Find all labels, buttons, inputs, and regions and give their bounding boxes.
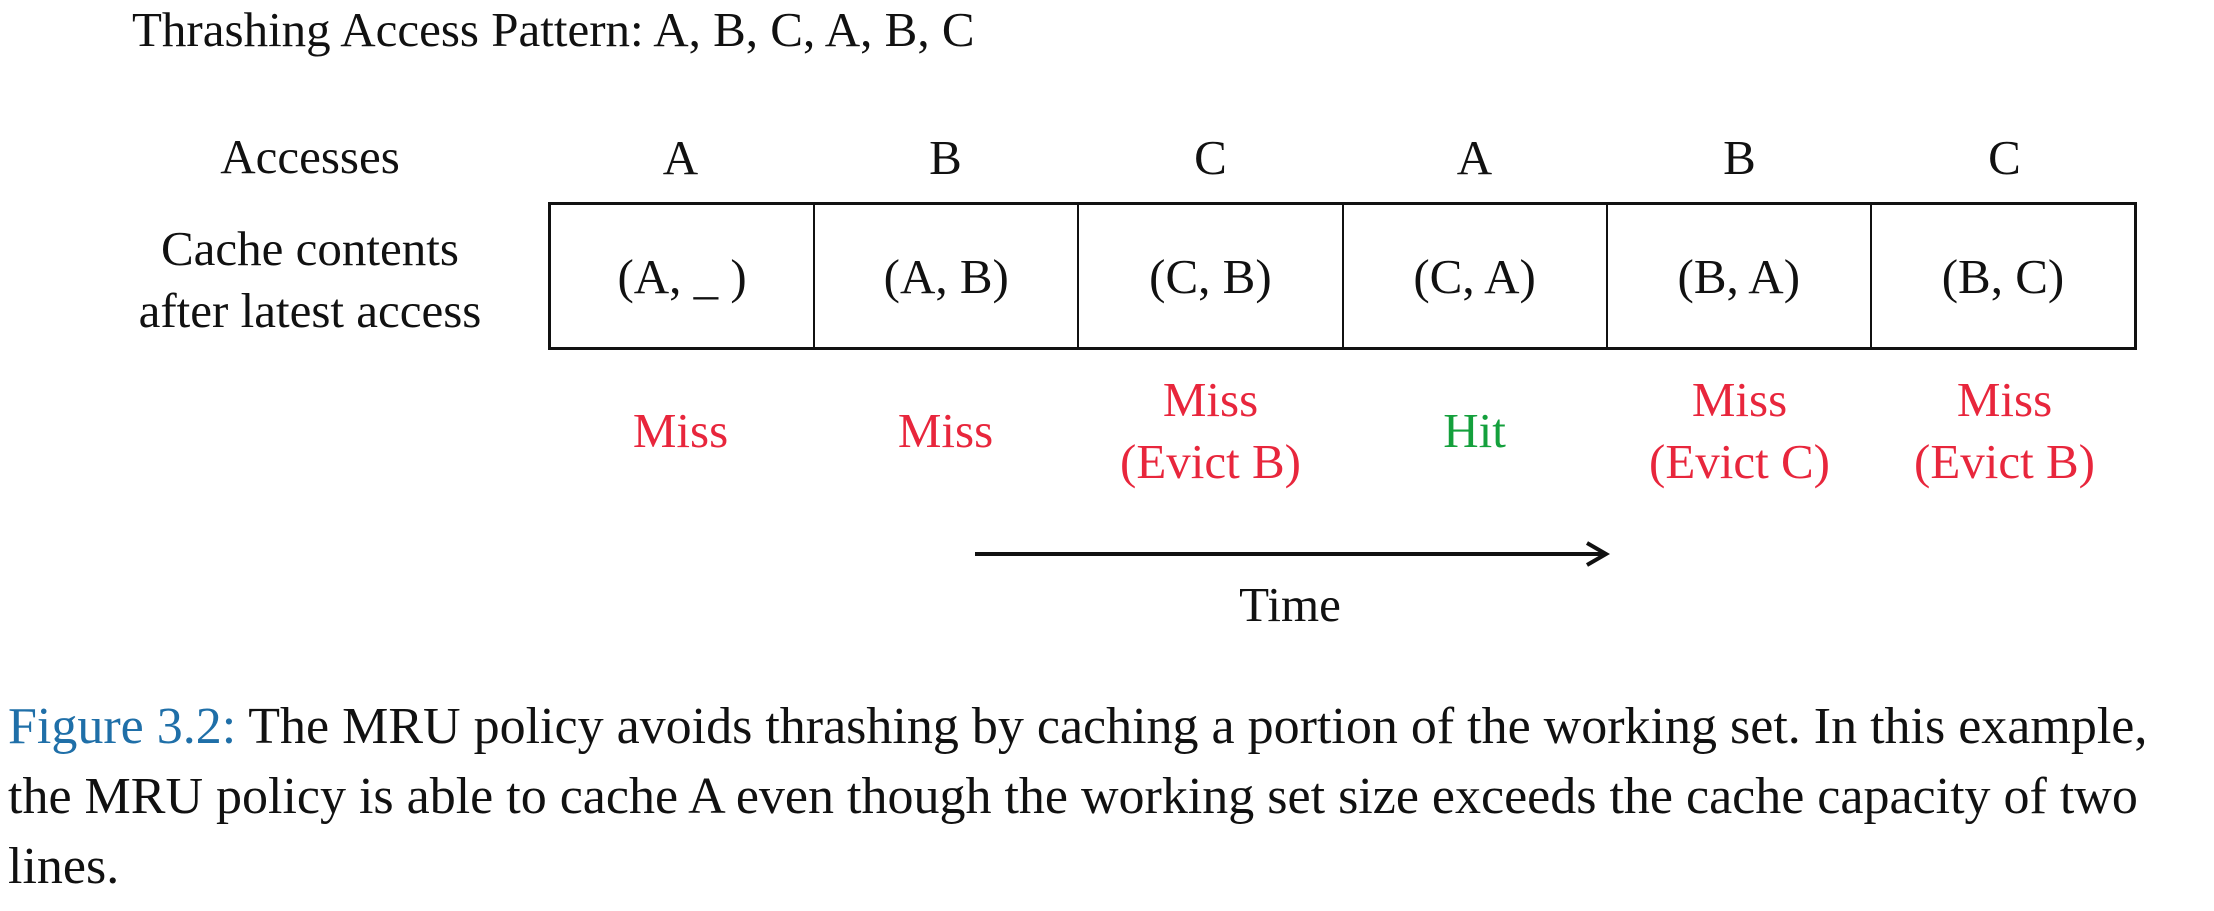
access-step-4: A	[1456, 130, 1493, 185]
access-step-2: B	[929, 130, 962, 185]
result-step-6-line1: Miss	[1956, 372, 2053, 427]
result-step-3: Miss (Evict B)	[1078, 369, 1343, 493]
result-step-1-line1: Miss	[632, 403, 729, 458]
caption-text: The MRU policy avoids thrashing by cachi…	[8, 698, 2148, 895]
access-step-1: A	[662, 130, 699, 185]
result-step-3-line1: Miss	[1162, 372, 1259, 427]
cache-cell-3: (C, B)	[1079, 205, 1344, 347]
cache-cell-6: (B, C)	[1941, 248, 2065, 304]
access-step-6: C	[1988, 130, 2021, 185]
cache-cell-2: (A, B)	[815, 205, 1080, 347]
result-step-1: Miss	[548, 400, 813, 462]
result-step-5: Miss (Evict C)	[1607, 369, 1872, 493]
diagram-title: Thrashing Access Pattern: A, B, C, A, B,…	[132, 2, 975, 57]
cache-cell-1: (A, _ )	[551, 205, 816, 347]
cache-cell-4: (C, A)	[1344, 205, 1608, 347]
cache-contents-label-line1: Cache contents	[161, 221, 459, 276]
time-arrow	[975, 541, 1610, 567]
cache-contents-row: (A, _ ) (A, B) (C, B) (C, A) (B, A) (B, …	[548, 202, 2137, 350]
result-step-3-line2: (Evict B)	[1120, 434, 1301, 489]
result-step-6-line2: (Evict B)	[1914, 434, 2095, 489]
accesses-row-label: Accesses	[220, 129, 400, 184]
figure-caption: Figure 3.2: The MRU policy avoids thrash…	[8, 692, 2214, 902]
access-step-5: B	[1723, 130, 1756, 185]
access-step-3: C	[1194, 130, 1227, 185]
result-step-2: Miss	[813, 400, 1078, 462]
result-step-6: Miss (Evict B)	[1872, 369, 2137, 493]
result-step-5-line2: (Evict C)	[1649, 434, 1830, 489]
cache-cell-5: (B, A)	[1608, 205, 1872, 347]
cache-contents-label-line2: after latest access	[138, 283, 482, 338]
result-step-4-line1: Hit	[1443, 403, 1506, 458]
result-step-2-line1: Miss	[897, 403, 994, 458]
result-step-5-line1: Miss	[1691, 372, 1788, 427]
result-step-4: Hit	[1342, 400, 1607, 462]
cache-contents-row-label: Cache contents after latest access	[110, 218, 510, 342]
time-label: Time	[1239, 577, 1341, 632]
caption-figure-number: Figure 3.2:	[8, 698, 237, 755]
